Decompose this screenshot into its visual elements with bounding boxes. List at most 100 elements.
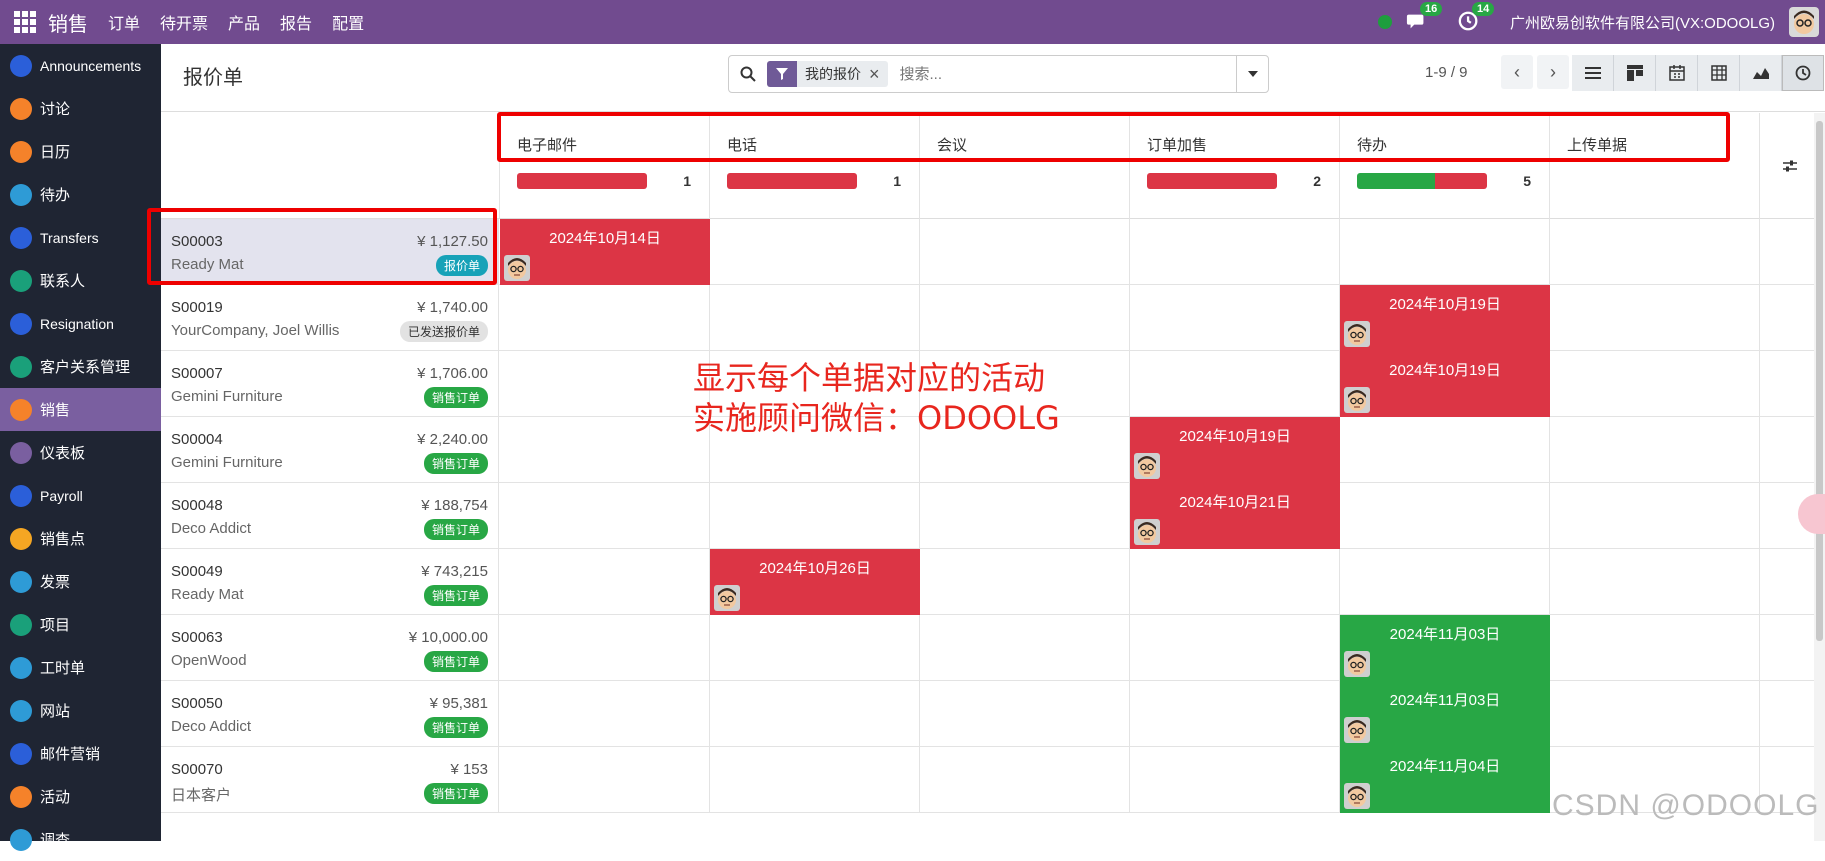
activity-cell[interactable]: 2024年10月26日 bbox=[710, 549, 920, 615]
activity-cell-scheduled[interactable]: 2024年10月21日 bbox=[1130, 483, 1340, 549]
menu-reporting[interactable]: 报告 bbox=[280, 10, 312, 34]
sidebar-item-transfer[interactable]: Transfers bbox=[0, 216, 161, 259]
activity-cell[interactable] bbox=[500, 483, 710, 549]
activity-cell[interactable] bbox=[710, 615, 920, 681]
activity-cell[interactable] bbox=[500, 747, 710, 813]
activity-cell[interactable]: 2024年10月19日 bbox=[1130, 417, 1340, 483]
activity-cell[interactable] bbox=[1130, 219, 1340, 285]
record-cell[interactable]: S00063 OpenWood ¥ 10,000.00 销售订单 bbox=[161, 615, 499, 681]
remove-facet-icon[interactable]: × bbox=[869, 64, 888, 85]
activity-cell[interactable] bbox=[500, 417, 710, 483]
activity-cell[interactable] bbox=[920, 747, 1130, 813]
activity-cell-scheduled[interactable]: 2024年10月19日 bbox=[1340, 285, 1550, 351]
activity-cell[interactable] bbox=[1550, 285, 1760, 351]
activities-button[interactable]: 14 bbox=[1458, 2, 1495, 34]
activity-cell[interactable] bbox=[1130, 285, 1340, 351]
activity-cell[interactable]: 2024年10月14日 bbox=[500, 219, 710, 285]
menu-products[interactable]: 产品 bbox=[228, 10, 260, 34]
activity-cell[interactable] bbox=[1340, 483, 1550, 549]
sidebar-item-contact-card[interactable]: 联系人 bbox=[0, 259, 161, 302]
activity-cell[interactable] bbox=[500, 681, 710, 747]
sidebar-item-sales-chart[interactable]: 销售 bbox=[0, 388, 161, 431]
sidebar-item-chat-bubble[interactable]: 讨论 bbox=[0, 87, 161, 130]
activity-cell[interactable] bbox=[710, 219, 920, 285]
record-cell[interactable]: S00049 Ready Mat ¥ 743,215 销售订单 bbox=[161, 549, 499, 615]
filter-facet[interactable]: 我的报价 × bbox=[767, 61, 888, 87]
sidebar-item-pen[interactable]: 待办 bbox=[0, 173, 161, 216]
kanban-view-button[interactable] bbox=[1614, 55, 1656, 91]
activity-cell[interactable] bbox=[1550, 417, 1760, 483]
progress-overdue-segment[interactable] bbox=[1435, 173, 1487, 189]
app-name[interactable]: 销售 bbox=[48, 8, 88, 37]
search-icon[interactable] bbox=[729, 56, 767, 92]
activity-cell-scheduled[interactable]: 2024年11月03日 bbox=[1340, 615, 1550, 681]
progress-overdue-segment[interactable] bbox=[1147, 173, 1277, 189]
record-cell[interactable]: S00050 Deco Addict ¥ 95,381 销售订单 bbox=[161, 681, 499, 747]
activity-cell[interactable] bbox=[1550, 351, 1760, 417]
sidebar-item-project-check[interactable]: 项目 bbox=[0, 603, 161, 646]
sidebar-item-survey[interactable]: 调查 bbox=[0, 818, 161, 861]
list-view-button[interactable] bbox=[1572, 55, 1614, 91]
activity-cell[interactable] bbox=[710, 681, 920, 747]
activity-cell[interactable] bbox=[1340, 549, 1550, 615]
sidebar-item-website-globe[interactable]: 网站 bbox=[0, 689, 161, 732]
activity-cell[interactable] bbox=[500, 285, 710, 351]
vertical-scrollbar[interactable] bbox=[1814, 113, 1825, 841]
activity-cell[interactable] bbox=[920, 219, 1130, 285]
activity-cell[interactable] bbox=[710, 483, 920, 549]
activity-cell[interactable]: 2024年11月04日 bbox=[1340, 747, 1550, 813]
progress-overdue-segment[interactable] bbox=[517, 173, 647, 189]
activity-view-button[interactable] bbox=[1782, 55, 1824, 91]
activity-cell[interactable] bbox=[920, 483, 1130, 549]
activity-cell[interactable] bbox=[500, 615, 710, 681]
activity-cell[interactable] bbox=[1130, 747, 1340, 813]
activity-cell[interactable] bbox=[920, 615, 1130, 681]
activity-cell[interactable] bbox=[1550, 549, 1760, 615]
pager-value[interactable]: 1-9 / 9 bbox=[1425, 64, 1468, 81]
activity-cell[interactable] bbox=[1130, 615, 1340, 681]
activity-cell[interactable] bbox=[710, 285, 920, 351]
activity-cell[interactable] bbox=[1550, 483, 1760, 549]
activity-progress-bar[interactable] bbox=[1357, 173, 1487, 189]
search-input[interactable] bbox=[899, 65, 1220, 83]
user-avatar[interactable] bbox=[1789, 7, 1819, 37]
calendar-view-button[interactable] bbox=[1656, 55, 1698, 91]
sidebar-item-calendar[interactable]: 日历 bbox=[0, 130, 161, 173]
activity-cell[interactable]: 2024年10月21日 bbox=[1130, 483, 1340, 549]
menu-configuration[interactable]: 配置 bbox=[332, 10, 364, 34]
activity-cell[interactable] bbox=[1130, 351, 1340, 417]
menu-to-invoice[interactable]: 待开票 bbox=[160, 10, 208, 34]
activity-cell[interactable] bbox=[1550, 681, 1760, 747]
activity-cell-scheduled[interactable]: 2024年11月03日 bbox=[1340, 681, 1550, 747]
sidebar-item-crm-diamond[interactable]: 客户关系管理 bbox=[0, 345, 161, 388]
search-options-toggle[interactable] bbox=[1236, 56, 1268, 92]
search-bar[interactable]: 我的报价 × bbox=[728, 55, 1269, 93]
sidebar-item-payroll[interactable]: Payroll bbox=[0, 474, 161, 517]
pivot-view-button[interactable] bbox=[1698, 55, 1740, 91]
sidebar-item-dashboard[interactable]: 仪表板 bbox=[0, 431, 161, 474]
scrollbar-thumb[interactable] bbox=[1816, 121, 1823, 641]
activity-progress-bar[interactable] bbox=[727, 173, 857, 189]
activity-cell-scheduled[interactable]: 2024年10月19日 bbox=[1340, 351, 1550, 417]
apps-grid-icon[interactable] bbox=[14, 11, 36, 33]
messages-button[interactable]: 16 bbox=[1406, 2, 1443, 34]
activity-cell[interactable]: 2024年10月19日 bbox=[1340, 285, 1550, 351]
sidebar-item-invoice[interactable]: 发票 bbox=[0, 560, 161, 603]
record-cell[interactable]: S00007 Gemini Furniture ¥ 1,706.00 销售订单 bbox=[161, 351, 499, 417]
activity-cell-scheduled[interactable]: 2024年10月19日 bbox=[1130, 417, 1340, 483]
activity-cell[interactable] bbox=[1130, 681, 1340, 747]
sidebar-item-email-marketing[interactable]: 邮件营销 bbox=[0, 732, 161, 775]
activity-cell-scheduled[interactable]: 2024年10月26日 bbox=[710, 549, 920, 615]
record-cell[interactable]: S00048 Deco Addict ¥ 188,754 销售订单 bbox=[161, 483, 499, 549]
activity-cell[interactable] bbox=[1550, 615, 1760, 681]
sidebar-item-pos[interactable]: 销售点 bbox=[0, 517, 161, 560]
activity-cell[interactable]: 2024年10月19日 bbox=[1340, 351, 1550, 417]
sidebar-item-resignation[interactable]: Resignation bbox=[0, 302, 161, 345]
activity-cell[interactable] bbox=[710, 747, 920, 813]
activity-cell[interactable] bbox=[1130, 549, 1340, 615]
activity-cell-scheduled[interactable]: 2024年10月14日 bbox=[500, 219, 710, 285]
record-cell[interactable]: S00070 日本客户 ¥ 153 销售订单 bbox=[161, 747, 499, 813]
sidebar-item-event[interactable]: 活动 bbox=[0, 775, 161, 818]
activity-cell-scheduled[interactable]: 2024年11月04日 bbox=[1340, 747, 1550, 813]
graph-view-button[interactable] bbox=[1740, 55, 1782, 91]
